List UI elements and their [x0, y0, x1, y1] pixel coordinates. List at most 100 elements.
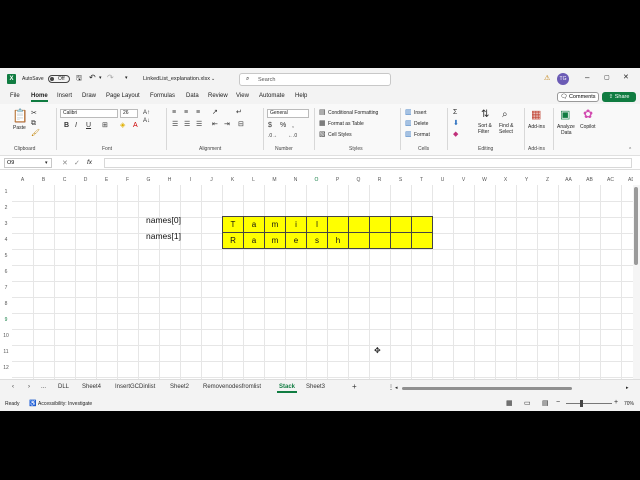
- array-cell[interactable]: [411, 216, 433, 233]
- accessibility-icon[interactable]: ♿: [29, 400, 36, 407]
- zoom-slider[interactable]: [566, 403, 612, 404]
- menu-file[interactable]: File: [10, 93, 20, 99]
- array-cell[interactable]: R: [222, 232, 244, 249]
- page-break-view-icon[interactable]: ▤: [542, 399, 549, 407]
- comments-button[interactable]: 🗨 Comments: [557, 92, 599, 102]
- undo-dropdown-icon[interactable]: ▾: [99, 75, 102, 81]
- confirm-entry-icon[interactable]: ✓: [74, 159, 80, 167]
- row-header[interactable]: 3: [0, 221, 12, 227]
- column-header[interactable]: AC: [600, 176, 621, 185]
- addins-icon[interactable]: ▦: [531, 109, 541, 121]
- paste-icon[interactable]: 📋: [12, 109, 28, 123]
- column-header[interactable]: M: [264, 176, 285, 185]
- tab-nav-next-icon[interactable]: ›: [28, 384, 30, 390]
- column-header[interactable]: C: [54, 176, 75, 185]
- row-header[interactable]: 11: [0, 349, 12, 355]
- autosave-toggle[interactable]: Off: [48, 75, 70, 83]
- array-cell[interactable]: l: [306, 216, 328, 233]
- array-cell[interactable]: s: [306, 232, 328, 249]
- font-name-select[interactable]: Calibri: [60, 109, 118, 118]
- add-sheet-button[interactable]: +: [352, 382, 357, 391]
- row-header[interactable]: 10: [0, 333, 12, 339]
- search-box[interactable]: ⌕ Search: [239, 73, 391, 86]
- save-icon[interactable]: 🖫: [76, 74, 82, 85]
- zoom-in-icon[interactable]: +: [614, 399, 618, 406]
- filename-chevron-icon[interactable]: ⌄: [211, 76, 215, 82]
- fill-color-icon[interactable]: ◈: [120, 122, 125, 130]
- column-header[interactable]: X: [495, 176, 516, 185]
- sort-filter-icon[interactable]: ⇅: [481, 109, 489, 120]
- cancel-entry-icon[interactable]: ✕: [62, 159, 68, 167]
- comma-style-icon[interactable]: ,: [292, 122, 294, 130]
- tab-sheet3[interactable]: Sheet3: [306, 384, 325, 390]
- row-header[interactable]: 1: [0, 189, 12, 195]
- array-cell[interactable]: [348, 232, 370, 249]
- array-cell[interactable]: a: [243, 232, 265, 249]
- tabs-options-icon[interactable]: ⋮: [388, 384, 394, 391]
- font-color-icon[interactable]: A: [133, 122, 138, 130]
- array-cell[interactable]: [390, 216, 412, 233]
- increase-indent-icon[interactable]: ⇥: [224, 121, 230, 129]
- find-select-icon[interactable]: ⌕: [502, 109, 508, 120]
- analyze-data-icon[interactable]: ▣: [560, 109, 570, 121]
- column-header[interactable]: R: [369, 176, 390, 185]
- menu-formulas[interactable]: Formulas: [150, 93, 175, 99]
- column-header[interactable]: L: [243, 176, 264, 185]
- warning-icon[interactable]: ⚠: [544, 74, 550, 82]
- page-layout-view-icon[interactable]: ▭: [524, 399, 531, 407]
- scroll-right-icon[interactable]: ▸: [626, 385, 629, 391]
- conditional-formatting-label[interactable]: Conditional Formatting: [328, 110, 378, 116]
- currency-icon[interactable]: $: [268, 122, 272, 130]
- underline-icon[interactable]: U: [86, 122, 91, 130]
- menu-draw[interactable]: Draw: [82, 93, 96, 99]
- row-header[interactable]: 5: [0, 253, 12, 259]
- array-cell[interactable]: [348, 216, 370, 233]
- clear-icon[interactable]: ◆: [453, 131, 458, 139]
- array-cell[interactable]: m: [264, 232, 286, 249]
- column-header[interactable]: Q: [348, 176, 369, 185]
- row-header[interactable]: 4: [0, 237, 12, 243]
- increase-decimal-icon[interactable]: .0→: [268, 132, 277, 140]
- orientation-icon[interactable]: ↗: [212, 109, 218, 117]
- row-header[interactable]: 12: [0, 365, 12, 371]
- zoom-slider-thumb[interactable]: [580, 400, 583, 407]
- insert-cells-icon[interactable]: ▥: [405, 109, 412, 117]
- sort-filter-label-2[interactable]: Filter: [478, 129, 489, 135]
- name-box-dropdown-icon[interactable]: ▾: [45, 160, 48, 166]
- column-header[interactable]: B: [33, 176, 54, 185]
- menu-review[interactable]: Review: [208, 93, 228, 99]
- column-header[interactable]: H: [159, 176, 180, 185]
- format-painter-icon[interactable]: 🖌: [31, 130, 40, 138]
- autosum-icon[interactable]: Σ: [453, 109, 457, 117]
- font-size-select[interactable]: 26: [120, 109, 138, 118]
- array-cell[interactable]: i: [285, 216, 307, 233]
- array-cell[interactable]: m: [264, 216, 286, 233]
- column-header[interactable]: S: [390, 176, 411, 185]
- conditional-formatting-icon[interactable]: ▤: [319, 109, 326, 117]
- decrease-decimal-icon[interactable]: ←.0: [288, 132, 297, 140]
- file-name[interactable]: LinkedList_explanation.xlsx: [143, 76, 210, 82]
- column-header[interactable]: AD: [621, 176, 633, 185]
- tab-dll[interactable]: DLL: [58, 384, 69, 390]
- avatar[interactable]: TG: [557, 73, 569, 85]
- decrease-indent-icon[interactable]: ⇤: [212, 121, 218, 129]
- copilot-icon[interactable]: ✿: [583, 108, 593, 121]
- zoom-level[interactable]: 70%: [624, 401, 634, 407]
- column-header[interactable]: F: [117, 176, 138, 185]
- column-header[interactable]: V: [453, 176, 474, 185]
- redo-icon[interactable]: ↷: [107, 73, 114, 82]
- horizontal-scroll-thumb[interactable]: [402, 387, 572, 390]
- analyze-data-label-2[interactable]: Data: [561, 130, 572, 136]
- array-cell[interactable]: [369, 216, 391, 233]
- align-top-icon[interactable]: ≡: [172, 109, 176, 117]
- worksheet-grid[interactable]: ABCDEFGHIJKLMNOPQRSTUVWXYZAAABACAD 12345…: [0, 170, 633, 379]
- borders-icon[interactable]: ⊞: [102, 122, 108, 130]
- tab-removenodesfromlist[interactable]: Removenodesfromlist: [203, 384, 261, 390]
- undo-icon[interactable]: ↶: [89, 73, 96, 82]
- number-format-select[interactable]: General: [267, 109, 309, 118]
- menu-insert[interactable]: Insert: [57, 93, 72, 99]
- close-icon[interactable]: ✕: [623, 73, 629, 81]
- cell-styles-label[interactable]: Cell Styles: [328, 132, 352, 138]
- insert-function-icon[interactable]: fx: [87, 159, 92, 166]
- column-header[interactable]: O: [306, 176, 327, 185]
